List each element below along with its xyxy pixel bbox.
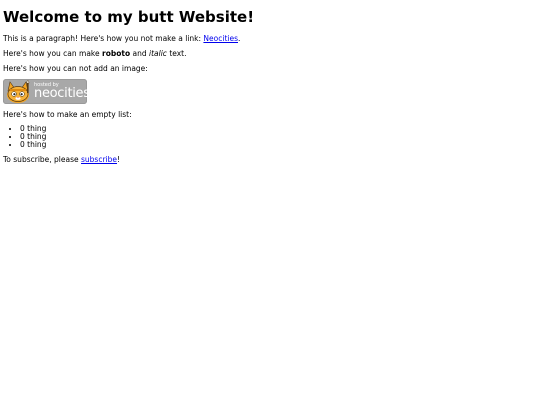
paragraph-text: Here's how you can make — [3, 49, 102, 58]
paragraph-text: and — [130, 49, 150, 58]
list-item: 0 thing — [20, 125, 537, 133]
list-item: 0 thing — [20, 141, 537, 149]
italic-text: italic — [149, 49, 167, 58]
neocities-cat-icon — [7, 79, 30, 103]
paragraph-text: This is a paragraph! Here's how you not … — [3, 34, 204, 43]
paragraph-text: To subscribe, please — [3, 155, 82, 164]
paragraph-subscribe: To subscribe, please subscribe! — [3, 155, 537, 164]
empty-list: 0 thing 0 thing 0 thing — [3, 125, 537, 149]
hosted-by-neocities-badge[interactable]: hosted by neocities — [3, 79, 87, 104]
paragraph-end: ! — [117, 155, 121, 164]
badge-big-text: neocities — [34, 86, 87, 101]
page-content: Welcome to my butt Website! This is a pa… — [0, 0, 540, 178]
paragraph-formatting: Here's how you can make roboto and itali… — [3, 49, 537, 58]
paragraph-link: This is a paragraph! Here's how you not … — [3, 34, 537, 43]
page-title: Welcome to my butt Website! — [3, 8, 255, 26]
bold-text: roboto — [102, 49, 131, 58]
neocities-link[interactable]: Neocities — [203, 34, 238, 43]
list-item: 0 thing — [20, 133, 537, 141]
paragraph-end: text. — [166, 49, 187, 58]
paragraph-end: . — [238, 34, 241, 43]
paragraph-list-intro: Here's how to make an empty list: — [3, 110, 132, 119]
subscribe-link[interactable]: subscribe — [81, 155, 117, 164]
paragraph-image: Here's how you can not add an image: — [3, 64, 148, 73]
